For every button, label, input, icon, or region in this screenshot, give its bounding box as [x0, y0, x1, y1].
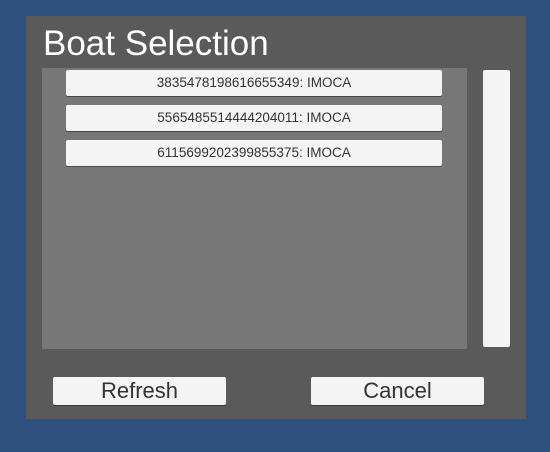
- cancel-button[interactable]: Cancel: [311, 377, 484, 405]
- boat-list[interactable]: 3835478198616655349: IMOCA 5565485514444…: [42, 68, 467, 349]
- boat-list-item[interactable]: 5565485514444204011: IMOCA: [66, 105, 442, 131]
- dialog-title: Boat Selection: [43, 24, 269, 63]
- vertical-scrollbar[interactable]: [483, 70, 510, 347]
- boat-selection-dialog: Boat Selection 3835478198616655349: IMOC…: [26, 16, 526, 419]
- boat-list-item[interactable]: 6115699202399855375: IMOCA: [66, 140, 442, 166]
- boat-list-item[interactable]: 3835478198616655349: IMOCA: [66, 70, 442, 96]
- refresh-button[interactable]: Refresh: [53, 377, 226, 405]
